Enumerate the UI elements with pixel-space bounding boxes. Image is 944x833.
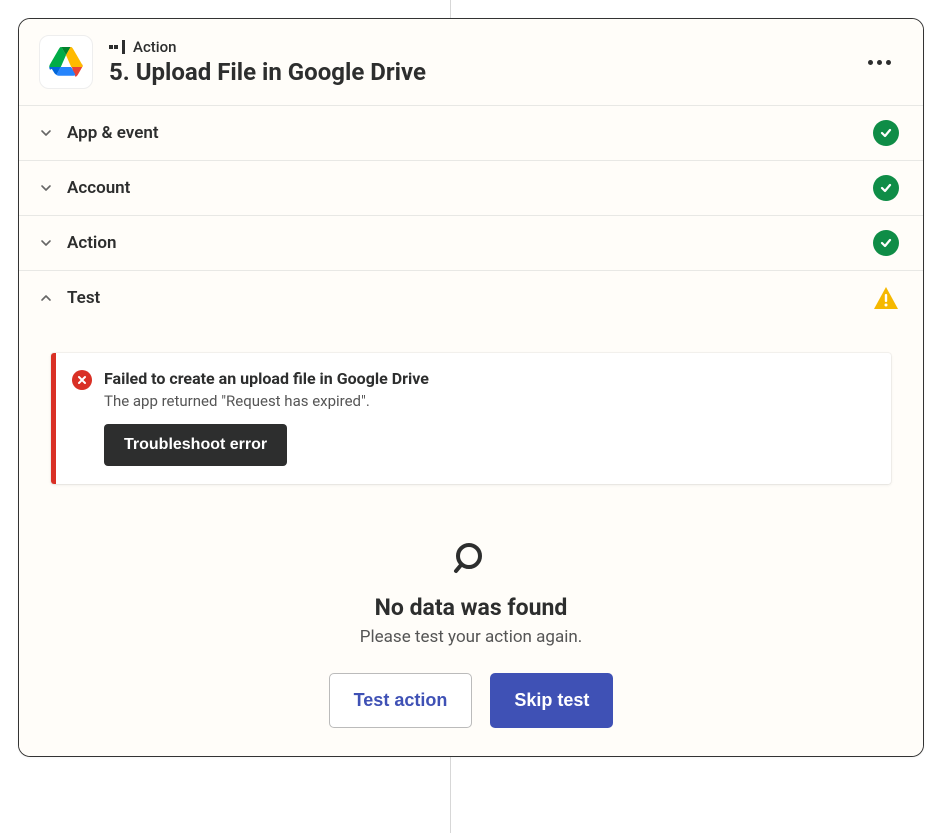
section-test-header[interactable]: Test bbox=[19, 271, 923, 325]
error-icon bbox=[72, 370, 92, 390]
status-warning-icon bbox=[873, 285, 899, 311]
skip-test-button[interactable]: Skip test bbox=[490, 673, 613, 728]
test-action-button[interactable]: Test action bbox=[329, 673, 473, 728]
section-label: Account bbox=[67, 178, 873, 198]
section-label: App & event bbox=[67, 123, 873, 143]
search-icon bbox=[19, 540, 923, 578]
section-label: Action bbox=[67, 233, 873, 253]
error-title: Failed to create an upload file in Googl… bbox=[104, 369, 871, 388]
action-step-icon bbox=[109, 40, 125, 54]
chevron-down-icon bbox=[39, 126, 53, 140]
section-app-event[interactable]: App & event bbox=[19, 105, 923, 160]
step-title: 5. Upload File in Google Drive bbox=[109, 58, 860, 87]
status-success-icon bbox=[873, 230, 899, 256]
google-drive-icon bbox=[39, 35, 93, 89]
section-label: Test bbox=[67, 288, 873, 308]
status-success-icon bbox=[873, 175, 899, 201]
header-text: Action 5. Upload File in Google Drive bbox=[109, 38, 860, 87]
chevron-down-icon bbox=[39, 236, 53, 250]
section-test-expanded: Test Failed to create an upload file in … bbox=[19, 270, 923, 756]
empty-state: No data was found Please test your actio… bbox=[19, 540, 923, 728]
section-account[interactable]: Account bbox=[19, 160, 923, 215]
empty-state-title: No data was found bbox=[19, 594, 923, 621]
action-step-panel: Action 5. Upload File in Google Drive Ap… bbox=[18, 18, 924, 757]
chevron-down-icon bbox=[39, 181, 53, 195]
chevron-up-icon bbox=[39, 291, 53, 305]
status-success-icon bbox=[873, 120, 899, 146]
error-message: The app returned "Request has expired". bbox=[104, 392, 871, 410]
step-type-label: Action bbox=[133, 38, 176, 56]
empty-state-subtitle: Please test your action again. bbox=[19, 627, 923, 647]
section-action[interactable]: Action bbox=[19, 215, 923, 270]
more-options-button[interactable] bbox=[860, 52, 899, 73]
troubleshoot-error-button[interactable]: Troubleshoot error bbox=[104, 424, 287, 466]
error-alert: Failed to create an upload file in Googl… bbox=[51, 353, 891, 484]
step-header: Action 5. Upload File in Google Drive bbox=[19, 19, 923, 105]
